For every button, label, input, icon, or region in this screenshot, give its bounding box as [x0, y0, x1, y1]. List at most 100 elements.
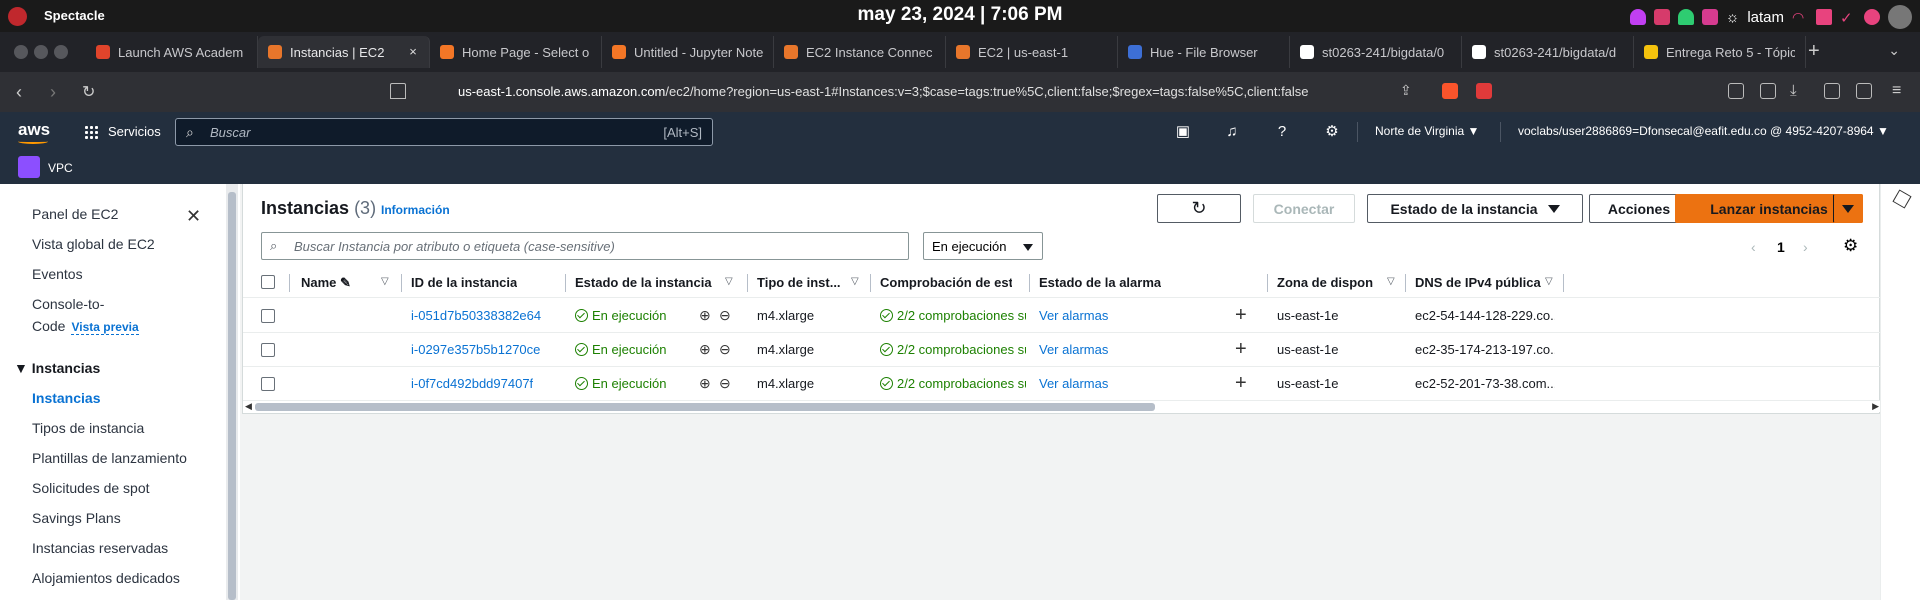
view-alarms-link[interactable]: Ver alarmas — [1039, 342, 1108, 357]
tab-close-icon[interactable]: × — [405, 44, 421, 59]
reload-icon[interactable]: ↻ — [82, 82, 95, 102]
column-divider[interactable] — [747, 274, 748, 292]
user-avatar[interactable] — [1888, 5, 1912, 29]
brave-rewards-icon[interactable] — [1476, 83, 1492, 99]
brave-shields-icon[interactable] — [1442, 83, 1458, 99]
ghost-icon[interactable] — [1677, 9, 1694, 25]
row-checkbox[interactable] — [261, 343, 275, 357]
view-alarms-link[interactable]: Ver alarmas — [1039, 308, 1108, 323]
add-alarm-icon[interactable]: + — [1235, 304, 1247, 327]
region-selector[interactable]: Norte de Virginia ▼ — [1375, 124, 1479, 138]
table-row[interactable]: i-051d7b50338382e64 En ejecución ⊕ ⊖ m4.xlar… — [243, 299, 1881, 333]
services-grid-icon[interactable] — [84, 125, 98, 139]
state-filter-select[interactable]: En ejecución — [923, 232, 1043, 260]
scroll-left-icon[interactable]: ◀ — [245, 401, 252, 412]
account-menu[interactable]: voclabs/user2886869=Dfonsecal@eafit.edu.… — [1518, 124, 1889, 138]
browser-tab[interactable]: EC2 Instance Connec — [774, 36, 946, 68]
zoom-out-icon[interactable]: ⊖ — [719, 375, 731, 392]
launch-instances-dropdown[interactable] — [1833, 194, 1863, 223]
browser-tab[interactable]: Untitled - Jupyter Note — [602, 36, 774, 68]
table-settings-gear-icon[interactable]: ⚙ — [1843, 236, 1858, 256]
zoom-in-icon[interactable]: ⊕ — [699, 341, 711, 358]
add-alarm-icon[interactable]: + — [1235, 338, 1247, 361]
package-icon[interactable] — [1653, 9, 1670, 25]
window-minimize-button[interactable] — [34, 45, 48, 59]
browser-tab[interactable]: st0263-241/bigdata/d — [1462, 36, 1634, 68]
column-divider[interactable] — [1563, 274, 1564, 292]
calendar-icon[interactable] — [1701, 9, 1718, 25]
column-header-instance-state[interactable]: Estado de la instancia — [575, 275, 712, 290]
wifi-icon[interactable]: ◠ — [1792, 9, 1808, 25]
tab-list-chevron-icon[interactable]: ⌄ — [1888, 42, 1900, 59]
aws-search-input[interactable]: ⌕ Buscar [Alt+S] — [175, 118, 713, 146]
back-icon[interactable]: ‹ — [16, 82, 22, 103]
browser-tab[interactable]: Hue - File Browser — [1118, 36, 1290, 68]
cloudshell-icon[interactable]: ▣ — [1175, 124, 1191, 140]
help-icon[interactable]: ? — [1274, 124, 1290, 140]
page-number[interactable]: 1 — [1777, 239, 1785, 255]
instance-id-link[interactable]: i-0f7cd492bdd97407f — [411, 376, 533, 391]
sort-icon[interactable]: ▽ — [381, 276, 389, 287]
close-icon[interactable]: ✕ — [186, 206, 201, 227]
sidebar-scrollbar[interactable] — [226, 184, 238, 600]
table-row[interactable]: i-0297e357b5b1270ce En ejecución ⊕ ⊖ m4.xlar… — [243, 333, 1881, 367]
column-header-alarm-status[interactable]: Estado de la alarma — [1039, 275, 1161, 290]
instance-state-button[interactable]: Estado de la instancia — [1367, 194, 1583, 223]
chevron-check-icon[interactable]: ✓ — [1840, 9, 1856, 27]
instance-search-input[interactable]: ⌕ Buscar Instancia por atributo o etique… — [261, 232, 909, 260]
share-icon[interactable]: ⇪ — [1400, 82, 1412, 99]
sidebar-item-dedicated-hosts[interactable]: Alojamientos dedicados — [32, 570, 180, 586]
row-checkbox[interactable] — [261, 377, 275, 391]
sidebar-item-reserved-instances[interactable]: Instancias reservadas — [32, 540, 168, 556]
sidebar-item-ec2-global-view[interactable]: Vista global de EC2 — [32, 236, 155, 252]
sidebar-item-console-to-code-line2[interactable]: Code Vista previa — [32, 318, 139, 335]
vpc-service-icon[interactable] — [18, 156, 40, 178]
wallet-icon[interactable] — [1856, 83, 1872, 99]
refresh-button[interactable]: ↻ — [1157, 194, 1241, 223]
window-close-button[interactable] — [14, 45, 28, 59]
brightness-icon[interactable]: ☼ — [1726, 9, 1740, 26]
column-divider[interactable] — [1029, 274, 1030, 292]
browser-tab[interactable]: Instancias | EC2 × — [258, 36, 430, 68]
next-page-icon[interactable]: › — [1803, 239, 1808, 255]
browser-tab[interactable]: Entrega Reto 5 - Tópic — [1634, 36, 1806, 68]
window-maximize-button[interactable] — [54, 45, 68, 59]
sort-icon[interactable]: ▽ — [851, 276, 859, 287]
column-divider[interactable] — [401, 274, 402, 292]
services-menu[interactable]: Servicios — [108, 124, 161, 139]
column-header-instance-id[interactable]: ID de la instancia — [411, 275, 517, 290]
sidebar-item-instances[interactable]: Instancias — [32, 390, 100, 406]
sidebar-section-instances[interactable]: ▼ Instancias — [14, 360, 100, 376]
help-panel-icon[interactable] — [1892, 189, 1912, 209]
sort-icon[interactable]: ▽ — [725, 276, 733, 287]
instance-id-link[interactable]: i-0297e357b5b1270ce — [411, 342, 540, 357]
notifications-bell-icon[interactable]: ♫ — [1224, 124, 1240, 140]
menu-icon[interactable]: ≡ — [1892, 82, 1901, 100]
browser-tab[interactable]: EC2 | us-east-1 — [946, 36, 1118, 68]
column-header-status-check[interactable]: Comprobación de estado — [880, 275, 1012, 290]
browser-tab[interactable]: st0263-241/bigdata/0 — [1290, 36, 1462, 68]
download-icon[interactable]: ⤓ — [1790, 82, 1797, 99]
zoom-out-icon[interactable]: ⊖ — [719, 307, 731, 324]
row-checkbox[interactable] — [261, 309, 275, 323]
column-header-public-dns[interactable]: DNS de IPv4 pública — [1415, 275, 1541, 290]
table-horizontal-scrollbar[interactable]: ◀ ▶ — [243, 400, 1881, 412]
connect-button[interactable]: Conectar — [1253, 194, 1355, 223]
zoom-out-icon[interactable]: ⊖ — [719, 341, 731, 358]
zoom-in-icon[interactable]: ⊕ — [699, 375, 711, 392]
column-divider[interactable] — [1405, 274, 1406, 292]
bookmark-icon[interactable] — [390, 83, 406, 99]
keyboard-layout[interactable]: latam — [1747, 9, 1784, 26]
column-header-instance-type[interactable]: Tipo de inst... — [757, 275, 847, 290]
previous-page-icon[interactable]: ‹ — [1751, 239, 1756, 255]
scrollbar-thumb[interactable] — [255, 403, 1155, 411]
column-divider[interactable] — [870, 274, 871, 292]
scroll-right-icon[interactable]: ▶ — [1872, 401, 1879, 412]
table-row[interactable]: i-0f7cd492bdd97407f En ejecución ⊕ ⊖ m4.xlar… — [243, 367, 1881, 401]
screenshot-icon[interactable] — [1728, 83, 1744, 99]
sort-icon[interactable]: ▽ — [1545, 276, 1553, 287]
new-tab-button[interactable]: + — [1808, 40, 1820, 63]
notification-bell-icon[interactable] — [1629, 9, 1646, 25]
instance-id-link[interactable]: i-051d7b50338382e64 — [411, 308, 541, 323]
settings-gear-icon[interactable]: ⚙ — [1324, 124, 1340, 140]
